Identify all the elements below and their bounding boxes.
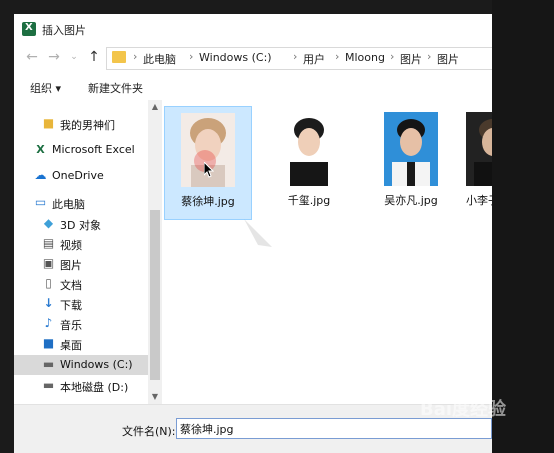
title-bar: 插入图片 xyxy=(14,14,492,44)
sidebar-scrollbar[interactable]: ▲ ▼ xyxy=(148,100,162,404)
document-icon: ▯ xyxy=(45,276,52,290)
sidebar-item-pictures[interactable]: ▣ 图片 xyxy=(14,254,148,274)
breadcrumb-users[interactable]: 用户 xyxy=(303,51,325,67)
drive-icon: ▬ xyxy=(42,378,55,392)
sidebar-item-this-pc[interactable]: ▭ 此电脑 xyxy=(14,193,148,213)
sidebar-item-label: 图片 xyxy=(60,259,82,272)
chevron-right-icon: › xyxy=(390,50,395,63)
file-list: 蔡徐坤.jpg 千玺.jpg 吴亦凡.jpg 小李 xyxy=(162,100,492,404)
chevron-right-icon: › xyxy=(427,50,432,63)
navigation-bar: ← → ⌄ ↑ › 此电脑 › Windows (C:) › 用户 › Mloo… xyxy=(14,44,492,72)
file-name: 小李子 xyxy=(466,194,492,207)
cube-icon: ◆ xyxy=(43,216,54,230)
file-tile[interactable]: 吴亦凡.jpg xyxy=(368,106,454,218)
sidebar-item-desktop[interactable]: ■ 桌面 xyxy=(14,334,148,354)
sidebar-item-label: OneDrive xyxy=(52,169,104,182)
file-name: 吴亦凡.jpg xyxy=(384,194,438,207)
scrollbar-thumb[interactable] xyxy=(150,210,160,380)
filename-input[interactable]: 蔡徐坤.jpg xyxy=(176,418,492,439)
chevron-right-icon: › xyxy=(189,50,194,63)
up-arrow-icon[interactable]: ↑ xyxy=(86,49,102,65)
portrait-thumbnail xyxy=(282,112,336,186)
address-bar[interactable]: › 此电脑 › Windows (C:) › 用户 › Mloong › 图片 … xyxy=(106,47,492,70)
sidebar-item-label: 桌面 xyxy=(60,339,82,352)
desktop-icon: ■ xyxy=(42,336,55,350)
chevron-down-icon[interactable]: ⌄ xyxy=(66,49,82,65)
file-name: 千玺.jpg xyxy=(287,194,331,207)
chevron-right-icon: › xyxy=(293,50,298,63)
pictures-icon: ▣ xyxy=(42,256,55,270)
sidebar-item-windows-c[interactable]: ▬ Windows (C:) xyxy=(14,355,148,375)
file-name: 蔡徐坤.jpg xyxy=(181,195,235,208)
sidebar-item-music[interactable]: ♪ 音乐 xyxy=(14,314,148,334)
scroll-up-icon[interactable]: ▲ xyxy=(148,100,162,114)
breadcrumb-pictures[interactable]: 图片 xyxy=(400,51,422,67)
image-thumbnail xyxy=(466,112,492,186)
video-icon: ▤ xyxy=(42,236,55,250)
forward-arrow-icon[interactable]: → xyxy=(46,49,62,65)
baidu-watermark: Bai度经验 xyxy=(420,399,507,420)
filename-label: 文件名(N): xyxy=(122,425,176,438)
sidebar-item-documents[interactable]: ▯ 文档 xyxy=(14,274,148,294)
organize-button[interactable]: 组织 ▾ xyxy=(30,80,61,96)
mouse-cursor-icon xyxy=(204,162,214,178)
sidebar-item-my-gods[interactable]: ■ 我的男神们 xyxy=(14,114,148,134)
file-tile[interactable]: 千玺.jpg xyxy=(266,106,352,218)
sidebar-item-videos[interactable]: ▤ 视频 xyxy=(14,234,148,254)
sidebar-item-label: 此电脑 xyxy=(52,198,85,211)
portrait-thumbnail xyxy=(384,112,438,186)
computer-icon: ▭ xyxy=(34,195,47,209)
portrait-thumbnail xyxy=(466,112,492,186)
insert-picture-dialog: 插入图片 ← → ⌄ ↑ › 此电脑 › Windows (C:) › 用户 ›… xyxy=(14,14,492,453)
sidebar-item-label: Microsoft Excel xyxy=(52,143,135,156)
excel-icon xyxy=(22,22,36,36)
sidebar-item-label: 音乐 xyxy=(60,319,82,332)
drive-icon: ▬ xyxy=(42,357,55,371)
sidebar-item-label: 文档 xyxy=(60,279,82,292)
music-icon: ♪ xyxy=(44,316,53,330)
sidebar-item-label: 我的男神们 xyxy=(60,119,115,132)
image-thumbnail xyxy=(384,112,438,186)
chevron-right-icon: › xyxy=(133,50,138,63)
sidebar-item-onedrive[interactable]: ☁ OneDrive xyxy=(14,166,148,186)
sidebar-item-3d-objects[interactable]: ◆ 3D 对象 xyxy=(14,214,148,234)
file-tile[interactable]: 小李子 xyxy=(456,106,492,218)
sidebar-item-label: 下载 xyxy=(60,299,82,312)
folder-icon: ■ xyxy=(42,116,55,130)
background-dark-area xyxy=(492,0,554,453)
breadcrumb-pictures-current[interactable]: 图片 xyxy=(437,51,459,67)
breadcrumb-this-pc[interactable]: 此电脑 xyxy=(143,51,176,67)
breadcrumb-mloong[interactable]: Mloong xyxy=(345,51,385,64)
back-arrow-icon[interactable]: ← xyxy=(24,49,40,65)
chevron-right-icon: › xyxy=(335,50,340,63)
excel-icon: X xyxy=(36,143,45,156)
window-title: 插入图片 xyxy=(42,24,86,37)
sidebar-item-label: Windows (C:) xyxy=(60,358,133,371)
sidebar-item-downloads[interactable]: ↓ 下载 xyxy=(14,294,148,314)
scroll-down-icon[interactable]: ▼ xyxy=(148,390,162,404)
pointer-shadow xyxy=(244,219,272,247)
cloud-icon: ☁ xyxy=(34,168,47,182)
toolbar: 组织 ▾ 新建文件夹 xyxy=(14,74,492,101)
sidebar-item-microsoft-excel[interactable]: X Microsoft Excel xyxy=(14,140,148,160)
breadcrumb-windows-c[interactable]: Windows (C:) xyxy=(199,51,272,64)
sidebar-item-label: 本地磁盘 (D:) xyxy=(60,381,129,394)
navigation-pane: ■ 我的男神们 X Microsoft Excel ☁ OneDrive ▭ 此… xyxy=(14,100,148,404)
folder-icon xyxy=(112,51,126,63)
image-thumbnail xyxy=(282,112,336,186)
new-folder-button[interactable]: 新建文件夹 xyxy=(88,80,143,96)
sidebar-item-label: 视频 xyxy=(60,239,82,252)
sidebar-item-label: 3D 对象 xyxy=(60,219,101,232)
sidebar-item-local-disk-d[interactable]: ▬ 本地磁盘 (D:) xyxy=(14,376,148,396)
download-icon: ↓ xyxy=(43,296,54,310)
